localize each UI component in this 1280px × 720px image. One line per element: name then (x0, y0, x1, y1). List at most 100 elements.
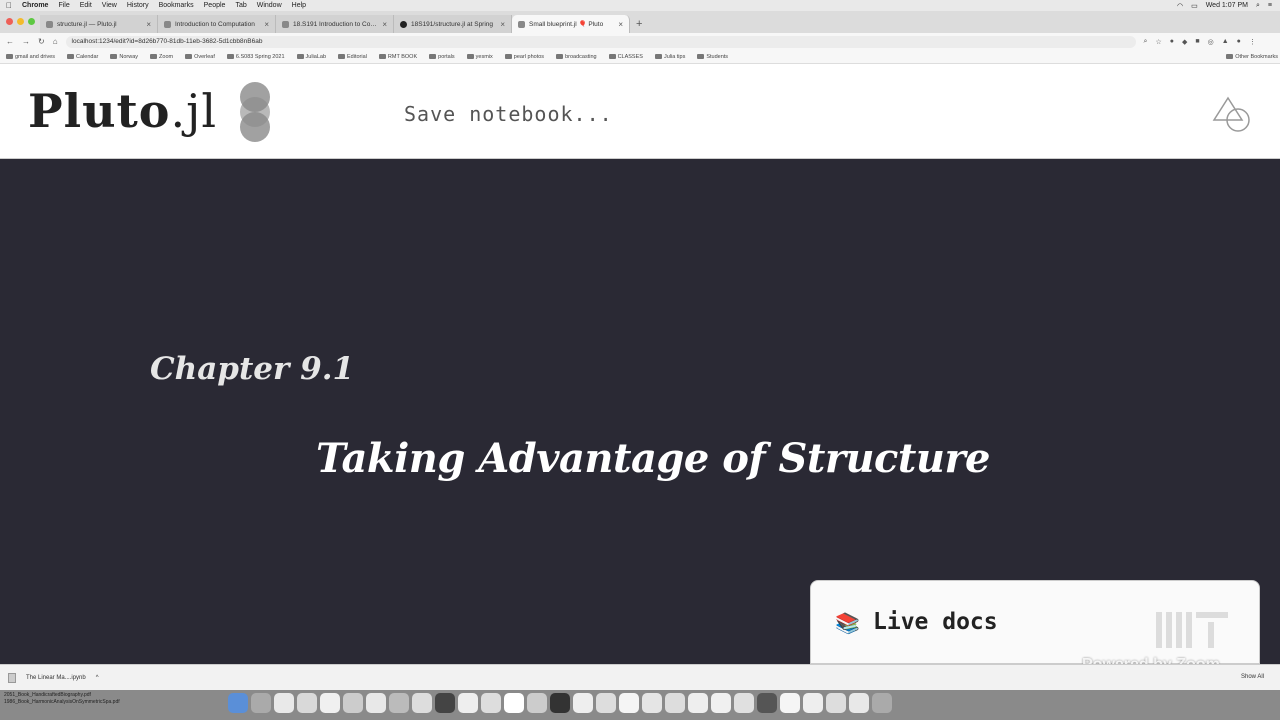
app-icon[interactable] (734, 693, 754, 713)
profile-avatar[interactable]: ● (1237, 38, 1241, 46)
apple-icon[interactable]:  (6, 1, 12, 10)
bookmark-item[interactable]: Overleaf (185, 54, 215, 60)
extension-icon[interactable]: ▲ (1222, 38, 1229, 46)
bookmark-item[interactable]: portals (429, 54, 455, 60)
bookmark-item[interactable]: Students (697, 54, 728, 60)
menu-window[interactable]: Window (257, 2, 282, 9)
new-tab-button[interactable]: + (636, 18, 642, 30)
menu-tab[interactable]: Tab (235, 2, 246, 9)
bookmark-item[interactable]: JuliaLab (296, 54, 326, 60)
tab-18s191[interactable]: 18.S191 Introduction to Comp × (276, 15, 394, 33)
close-tab-icon[interactable]: × (500, 20, 505, 29)
bookmark-item[interactable]: yesmix (466, 54, 493, 60)
show-all-button[interactable]: Show All (1241, 674, 1264, 680)
extension-icon[interactable]: ◎ (1208, 38, 1214, 46)
calendar-icon[interactable] (320, 693, 340, 713)
bookmark-item[interactable]: pearl photos (504, 54, 544, 60)
app-icon[interactable] (780, 693, 800, 713)
more-menu-icon[interactable]: ⋮ (1249, 38, 1256, 46)
app-icon[interactable] (757, 693, 777, 713)
minimize-window-icon[interactable] (17, 18, 24, 25)
bookmark-item[interactable]: CLASSES (608, 54, 643, 60)
search-icon[interactable]: ⌕ (1256, 2, 1260, 10)
save-notebook-button[interactable]: Save notebook... (404, 102, 613, 126)
notes-icon[interactable] (366, 693, 386, 713)
reload-icon[interactable]: ↻ (38, 37, 45, 46)
app-icon[interactable] (481, 693, 501, 713)
zoom-icon[interactable]: ⌕ (1144, 38, 1148, 46)
contacts-icon[interactable] (343, 693, 363, 713)
menu-bookmarks[interactable]: Bookmarks (159, 2, 194, 9)
finder-icon[interactable] (228, 693, 248, 713)
close-tab-icon[interactable]: × (618, 20, 623, 29)
app-icon[interactable] (619, 693, 639, 713)
app-icon[interactable] (688, 693, 708, 713)
bookmark-item[interactable]: Zoom (150, 54, 173, 60)
share-export-icon[interactable] (1212, 94, 1252, 134)
app-icon[interactable] (412, 693, 432, 713)
menu-file[interactable]: File (58, 2, 69, 9)
bookmark-item[interactable]: Editorial (338, 54, 367, 60)
app-icon[interactable] (665, 693, 685, 713)
word-icon[interactable] (504, 693, 524, 713)
bookmark-item[interactable]: Norway (110, 54, 138, 60)
app-icon[interactable] (458, 693, 478, 713)
maximize-window-icon[interactable] (28, 18, 35, 25)
chrome-icon[interactable] (389, 693, 409, 713)
close-tab-icon[interactable]: × (382, 20, 387, 29)
app-icon[interactable] (849, 693, 869, 713)
recent-file[interactable]: 1986_Book_HarmonicAnalysisOnSymmetricSpa… (4, 699, 120, 706)
close-tab-icon[interactable]: × (146, 20, 151, 29)
menu-people[interactable]: People (204, 2, 226, 9)
back-icon[interactable]: ← (6, 37, 14, 46)
extension-icon[interactable]: ● (1170, 38, 1174, 46)
clock[interactable]: Wed 1:07 PM (1206, 2, 1248, 9)
menu-history[interactable]: History (127, 2, 149, 9)
menu-app[interactable]: Chrome (22, 2, 48, 9)
app-icon[interactable] (711, 693, 731, 713)
tab-small-blueprint[interactable]: Small blueprint.jl 🎈 Pluto × (512, 15, 630, 33)
bookmark-item[interactable]: Calendar (67, 54, 98, 60)
books-icon: 📚 (835, 613, 860, 635)
menu-edit[interactable]: Edit (80, 2, 92, 9)
bookmark-item[interactable]: Julia tips (654, 54, 685, 60)
tab-intro-computation[interactable]: Introduction to Computation × (158, 15, 276, 33)
bookmark-item[interactable]: broadcasting (556, 54, 597, 60)
app-icon[interactable] (826, 693, 846, 713)
pluto-logo[interactable]: Pluto.jl (28, 84, 217, 138)
app-icon[interactable] (550, 693, 570, 713)
bookmark-item[interactable]: RMT BOOK (378, 54, 417, 60)
menu-help[interactable]: Help (292, 2, 306, 9)
wifi-icon[interactable]: ◠ (1177, 2, 1183, 10)
forward-icon[interactable]: → (22, 37, 30, 46)
extension-icon[interactable]: ◆ (1182, 38, 1187, 46)
recent-file[interactable]: 2051_Book_HandicraftedBiography.pdf (4, 692, 120, 699)
tab-structure[interactable]: structure.jl — Pluto.jl × (40, 15, 158, 33)
app-icon[interactable] (803, 693, 823, 713)
bookmark-item[interactable]: gmail and drives (6, 54, 55, 60)
trash-icon[interactable] (872, 693, 892, 713)
close-window-icon[interactable] (6, 18, 13, 25)
bookmark-item[interactable]: 6.S083 Spring 2021 (226, 54, 285, 60)
extension-icon[interactable]: ■ (1195, 38, 1199, 46)
bookmark-star-icon[interactable]: ☆ (1155, 38, 1161, 46)
home-icon[interactable]: ⌂ (53, 37, 58, 46)
app-icon[interactable] (596, 693, 616, 713)
chevron-up-icon[interactable]: ^ (96, 675, 99, 681)
tab-github-structure[interactable]: 18S191/structure.jl at Spring × (394, 15, 512, 33)
close-tab-icon[interactable]: × (264, 20, 269, 29)
app-icon[interactable] (573, 693, 593, 713)
menu-view[interactable]: View (102, 2, 117, 9)
other-bookmarks[interactable]: Other Bookmarks (1226, 54, 1278, 60)
menu-list-icon[interactable]: ≡ (1268, 2, 1272, 9)
battery-icon[interactable]: ▭ (1191, 2, 1198, 10)
app-icon[interactable] (642, 693, 662, 713)
folder-icon (338, 54, 346, 59)
url-field[interactable]: localhost:1234/edit?id=8d26b770-81db-11e… (65, 35, 1136, 48)
mail-icon[interactable] (297, 693, 317, 713)
launchpad-icon[interactable] (251, 693, 271, 713)
app-icon[interactable] (527, 693, 547, 713)
download-item[interactable]: The Linear Ma....ipynb ^ (8, 673, 99, 683)
safari-icon[interactable] (274, 693, 294, 713)
terminal-icon[interactable] (435, 693, 455, 713)
